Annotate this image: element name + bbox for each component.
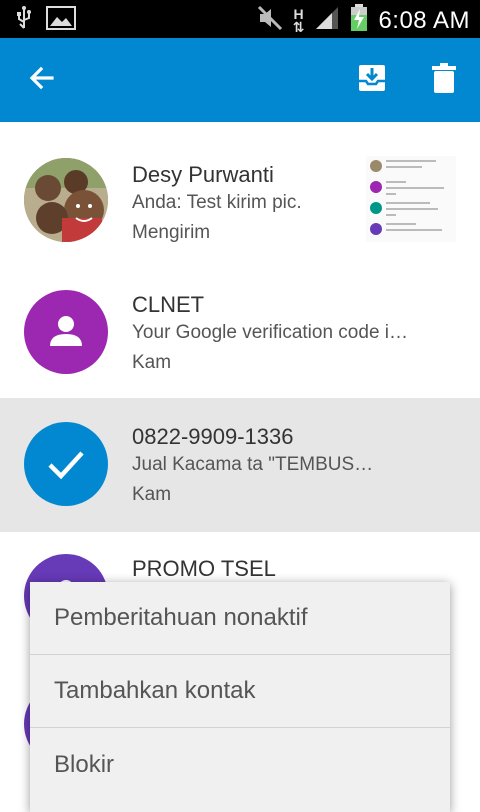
message-snippet: Your Google verification code i… <box>132 322 409 343</box>
message-timestamp: Kam <box>132 352 172 373</box>
trash-icon <box>432 62 456 98</box>
menu-item-notifications-off[interactable]: Pemberitahuan nonaktif <box>30 582 450 655</box>
image-icon <box>46 6 76 35</box>
message-snippet: Anda: Test kirim pic. <box>132 192 302 213</box>
clock: 6:08 AM <box>378 6 470 34</box>
contact-name: CLNET <box>132 292 205 317</box>
message-timestamp: Kam <box>132 484 172 505</box>
battery-charging-icon <box>350 4 368 37</box>
archive-button[interactable] <box>352 60 392 100</box>
contact-name: 0822-9909-1336 <box>132 424 294 449</box>
menu-item-block[interactable]: Blokir <box>30 728 450 801</box>
action-bar <box>0 38 480 122</box>
mute-icon <box>257 5 283 36</box>
menu-item-add-contact[interactable]: Tambahkan kontak <box>30 655 450 728</box>
status-bar: H ⇅ 6:08 AM <box>0 0 480 38</box>
contact-name: PROMO TSEL <box>132 556 276 581</box>
message-status: Mengirim <box>132 222 211 243</box>
attachment-thumbnail[interactable] <box>366 156 456 242</box>
signal-icon <box>314 5 340 36</box>
check-icon <box>48 451 84 480</box>
conversation-row[interactable]: CLNET Your Google verification code i… K… <box>0 272 480 398</box>
back-arrow-icon <box>28 64 56 97</box>
archive-icon <box>358 64 386 97</box>
contact-photo <box>24 158 108 242</box>
data-arrows-icon: ⇅ <box>292 18 305 35</box>
avatar[interactable] <box>24 158 108 242</box>
avatar[interactable] <box>24 422 108 506</box>
delete-button[interactable] <box>424 60 464 100</box>
conversation-row[interactable]: Desy Purwanti Anda: Test kirim pic. Meng… <box>0 122 480 272</box>
usb-icon <box>14 6 34 35</box>
avatar[interactable] <box>24 290 108 374</box>
message-snippet: Jual Kacama ta "TEMBUS… <box>132 454 374 475</box>
contact-name: Desy Purwanti <box>132 162 274 187</box>
conversation-row-selected[interactable]: 0822-9909-1336 Jual Kacama ta "TEMBUS… K… <box>0 398 480 532</box>
person-icon <box>50 316 82 346</box>
overflow-menu: Pemberitahuan nonaktif Tambahkan kontak … <box>30 582 450 812</box>
back-button[interactable] <box>22 60 62 100</box>
network-type-indicator: H ⇅ <box>292 7 305 35</box>
